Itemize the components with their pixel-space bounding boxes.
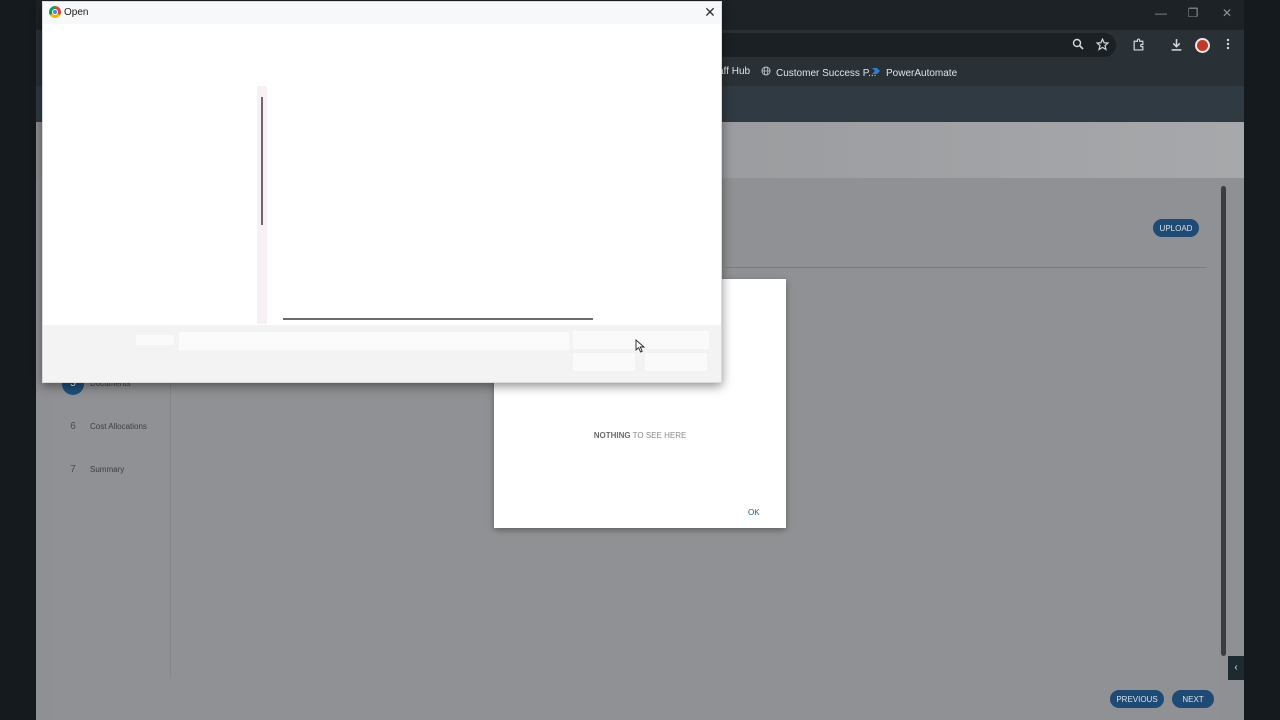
extensions-icon[interactable] [1130, 38, 1146, 54]
empty-state-bold: NOTHING [593, 431, 631, 440]
globe-icon [760, 66, 772, 79]
profile-avatar[interactable] [1195, 38, 1210, 53]
navigation-pane[interactable] [43, 24, 257, 324]
section-divider [726, 267, 1206, 268]
chevron-left-icon: ‹ [1234, 662, 1238, 673]
file-name-input[interactable] [179, 332, 569, 350]
step-label: Summary [90, 465, 125, 474]
collapse-panel-button[interactable]: ‹ [1228, 656, 1244, 680]
download-icon[interactable] [1168, 38, 1184, 54]
bookmark-staff-hub[interactable]: aff Hub [718, 66, 750, 77]
close-icon[interactable]: ✕ [703, 4, 717, 20]
open-button[interactable] [573, 353, 635, 371]
mouse-cursor-icon [635, 339, 646, 353]
horizontal-scrollbar[interactable] [283, 318, 593, 320]
step-cost-allocations[interactable]: 6 Cost Allocations [62, 416, 147, 438]
open-file-dialog: Open ✕ [42, 1, 722, 383]
bookmark-label: aff Hub [718, 66, 751, 77]
step-summary[interactable]: 7 Summary [62, 459, 124, 481]
dialog-footer [43, 325, 721, 382]
page-scrollbar[interactable] [1221, 186, 1226, 656]
step-number: 7 [70, 464, 76, 475]
step-number: 6 [70, 421, 76, 432]
bookmark-powerautomate[interactable]: PowerAutomate [870, 66, 957, 79]
bookmark-label: Customer Success P... [776, 68, 877, 79]
step-label: Cost Allocations [90, 422, 147, 431]
cancel-button[interactable] [645, 353, 707, 371]
minimize-button[interactable]: — [1153, 6, 1169, 20]
window-close-button[interactable]: ✕ [1219, 6, 1235, 20]
bookmark-star-icon[interactable] [1094, 37, 1110, 54]
file-name-label [136, 335, 174, 345]
zoom-icon[interactable] [1070, 38, 1086, 54]
previous-button[interactable]: PREVIOUS [1110, 690, 1164, 708]
chrome-logo-icon [49, 6, 61, 18]
restore-button[interactable]: ❐ [1185, 6, 1201, 20]
next-button[interactable]: NEXT [1172, 690, 1214, 708]
empty-state-message: NOTHING TO SEE HERE [494, 431, 786, 440]
vertical-scrollbar[interactable] [261, 97, 263, 225]
ok-button[interactable]: OK [748, 508, 760, 517]
power-automate-icon [870, 66, 882, 79]
address-bar[interactable] [676, 33, 1116, 57]
upload-button[interactable]: UPLOAD [1153, 219, 1199, 237]
menu-kebab-icon[interactable] [1220, 38, 1236, 54]
bookmark-label: PowerAutomate [886, 68, 958, 79]
bookmark-customer-success[interactable]: Customer Success P... [760, 66, 876, 79]
dialog-title: Open [64, 7, 89, 18]
dialog-title-bar: Open ✕ [43, 2, 721, 24]
empty-state-rest: TO SEE HERE [630, 431, 687, 440]
